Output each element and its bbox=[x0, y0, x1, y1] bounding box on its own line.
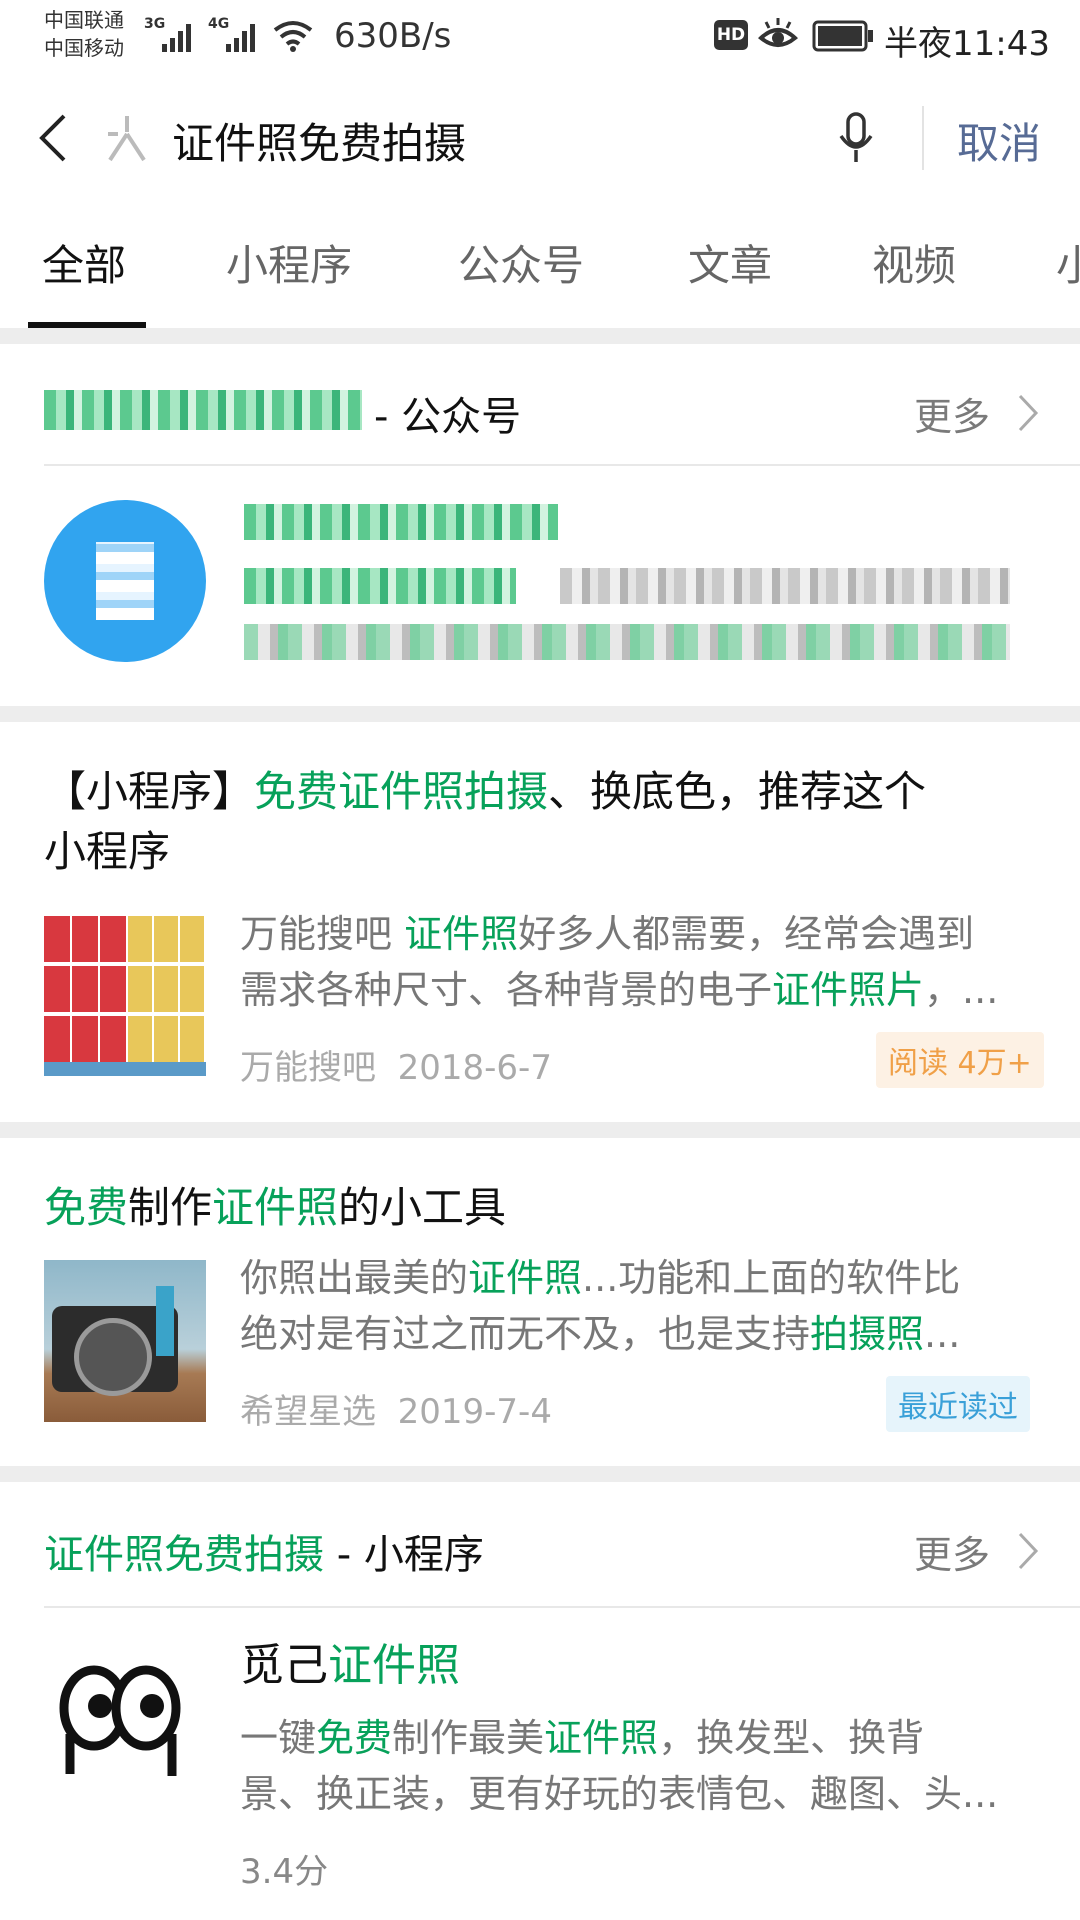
filter-tabs: 全部 小程序 公众号 文章 视频 小 bbox=[0, 202, 1080, 328]
account-section-title: - 公众号 bbox=[374, 394, 522, 440]
section-gap bbox=[0, 706, 1080, 722]
article-thumbnail bbox=[44, 914, 206, 1076]
snippet-highlight: 拍摄照 bbox=[810, 1312, 925, 1356]
avatar-glyph-blurred bbox=[96, 542, 154, 620]
snippet-highlight: 证件照 bbox=[404, 912, 519, 956]
snippet-part: 绝对是有过之而无不及，也是支持 bbox=[240, 1312, 811, 1356]
signal-icon bbox=[162, 24, 191, 52]
thumbnail-accent bbox=[156, 1286, 174, 1356]
chevron-right-icon bbox=[1018, 394, 1039, 432]
name-part: 觅己 bbox=[240, 1640, 328, 1691]
network-speed: 630B/s bbox=[334, 16, 452, 56]
section-title-suffix: - 小程序 bbox=[324, 1532, 484, 1578]
article-date: 2019-7-4 bbox=[397, 1392, 552, 1432]
search-input[interactable]: 证件照免费拍摄 bbox=[172, 110, 466, 171]
divider bbox=[44, 464, 1080, 466]
cancel-button[interactable]: 取消 bbox=[957, 110, 1041, 171]
snippet-part: 万能搜吧 bbox=[240, 912, 405, 956]
desc-highlight: 免费 bbox=[316, 1716, 393, 1760]
section-gap bbox=[0, 328, 1080, 344]
article-date: 2018-6-7 bbox=[397, 1048, 552, 1088]
desc-part: 一键 bbox=[240, 1716, 317, 1760]
carrier-2: 中国移动 bbox=[44, 36, 124, 60]
more-miniprograms-button[interactable]: 更多 bbox=[914, 1524, 990, 1579]
article-thumbnail bbox=[44, 1260, 206, 1422]
signal-icon-2 bbox=[226, 24, 255, 52]
title-part: 制作 bbox=[128, 1183, 213, 1232]
title-part: 的小工具 bbox=[338, 1183, 507, 1232]
section-gap bbox=[0, 1466, 1080, 1482]
article-source: 万能搜吧 bbox=[240, 1048, 376, 1088]
desc-part: ，换发型、换背 bbox=[658, 1716, 925, 1760]
desc-part: 制作最美 bbox=[392, 1716, 545, 1760]
title-part: 【小程序】 bbox=[44, 767, 255, 816]
miniprogram-score: 3.4分 bbox=[240, 1852, 329, 1892]
miniprogram-item[interactable]: 觅己证件照 一键免费制作最美证件照，换发型、换背 景、换正装，更有好玩的表情包、趣… bbox=[0, 1608, 1080, 1920]
title-part: 、换底色，推荐这个 bbox=[548, 767, 927, 816]
miniprogram-section-title: 证件照免费拍摄 - 小程序 bbox=[44, 1522, 484, 1580]
microphone-icon[interactable] bbox=[836, 110, 876, 168]
title-highlight: 证件照 bbox=[212, 1183, 339, 1232]
status-bar: 中国联通 中国移动 3G 4G 630B/s HD 半夜11:43 bbox=[0, 0, 1080, 76]
camera-lens-icon bbox=[74, 1318, 152, 1396]
account-section: - 公众号 更多 bbox=[0, 344, 1080, 706]
blurred-account-title bbox=[244, 504, 558, 540]
section-gap bbox=[0, 1122, 1080, 1138]
more-accounts-button[interactable]: 更多 bbox=[914, 386, 990, 441]
snippet-part: 好多人都需要，经常会遇到 bbox=[518, 912, 975, 956]
article-snippet: 你照出最美的证件照...功能和上面的软件比绝对是有过之而无不及，也是支持拍摄照.… bbox=[240, 1250, 1040, 1362]
chevron-right-icon bbox=[1018, 1532, 1039, 1570]
title-highlight: 免费 bbox=[44, 1183, 129, 1232]
divider bbox=[922, 106, 924, 170]
snippet-part: ...功能和上面的软件比 bbox=[582, 1256, 961, 1300]
wifi-icon bbox=[273, 21, 313, 52]
hd-badge: HD bbox=[714, 20, 748, 50]
miniprogram-logo-icon bbox=[59, 1665, 181, 1776]
section-title-highlight: 证件照免费拍摄 bbox=[44, 1532, 324, 1578]
article-card[interactable]: 免费制作证件照的小工具 你照出最美的证件照...功能和上面的软件比 绝对是有过之而… bbox=[0, 1138, 1080, 1466]
title-highlight: 免费证件照拍摄 bbox=[254, 767, 549, 816]
blurred-account-name bbox=[44, 390, 362, 430]
account-avatar[interactable] bbox=[44, 500, 206, 662]
blurred-account-desc-3 bbox=[244, 624, 1010, 660]
desc-part: 景、换正装，更有好玩的表情包、趣图、头... bbox=[240, 1772, 999, 1816]
tab-more-partial[interactable]: 小 bbox=[1056, 232, 1080, 293]
snippet-part: 需求各种尺寸、各种背景的电子 bbox=[240, 968, 773, 1012]
snippet-highlight: 证件照片 bbox=[772, 968, 925, 1012]
article-snippet: 万能搜吧 证件照好多人都需要，经常会遇到需求各种尺寸、各种背景的电子证件照片，.… bbox=[240, 906, 1040, 1018]
blurred-account-desc-2 bbox=[560, 568, 1010, 604]
article-title: 免费制作证件照的小工具 bbox=[44, 1178, 1044, 1238]
blurred-account-desc-1 bbox=[244, 568, 516, 604]
name-highlight: 证件照 bbox=[328, 1640, 460, 1691]
article-card[interactable]: 【小程序】免费证件照拍摄、换底色，推荐这个小程序 万能搜吧 证件照好多人都需要，… bbox=[0, 722, 1080, 1122]
tab-articles[interactable]: 文章 bbox=[688, 232, 772, 293]
tab-all[interactable]: 全部 bbox=[42, 232, 126, 293]
carrier-1: 中国联通 bbox=[44, 8, 124, 32]
article-meta: 万能搜吧 2018-6-7 bbox=[240, 1040, 552, 1089]
battery-icon bbox=[812, 20, 873, 52]
search-bar: 证件照免费拍摄 取消 bbox=[0, 76, 1080, 204]
article-title: 【小程序】免费证件照拍摄、换底色，推荐这个小程序 bbox=[44, 762, 1044, 882]
article-source: 希望星选 bbox=[240, 1392, 376, 1432]
clock: 半夜11:43 bbox=[884, 24, 1050, 64]
read-count-badge: 阅读 4万+ bbox=[876, 1032, 1044, 1088]
article-meta: 希望星选 2019-7-4 bbox=[240, 1384, 552, 1433]
snippet-highlight: 证件照 bbox=[468, 1256, 583, 1300]
snippet-part: 你照出最美的 bbox=[240, 1256, 469, 1300]
miniprogram-description: 一键免费制作最美证件照，换发型、换背景、换正装，更有好玩的表情包、趣图、头... bbox=[240, 1710, 1050, 1822]
miniprogram-name: 觅己证件照 bbox=[240, 1636, 460, 1696]
back-icon[interactable] bbox=[36, 112, 72, 164]
title-part: 小程序 bbox=[44, 827, 171, 876]
search-logo-icon bbox=[108, 116, 146, 162]
tab-official-account[interactable]: 公众号 bbox=[458, 232, 584, 293]
snippet-part: ... bbox=[924, 1312, 961, 1356]
snippet-part: ，... bbox=[924, 968, 999, 1012]
tab-videos[interactable]: 视频 bbox=[872, 232, 956, 293]
desc-highlight: 证件照 bbox=[544, 1716, 659, 1760]
miniprogram-section: 证件照免费拍摄 - 小程序 更多 觅己证件照 一键免费制作最美证件照，换发型、换… bbox=[0, 1482, 1080, 1920]
thumbnail-grid bbox=[44, 914, 206, 1062]
recently-read-badge: 最近读过 bbox=[886, 1376, 1030, 1432]
tab-miniprogram[interactable]: 小程序 bbox=[226, 232, 352, 293]
eye-comfort-icon bbox=[758, 18, 798, 47]
